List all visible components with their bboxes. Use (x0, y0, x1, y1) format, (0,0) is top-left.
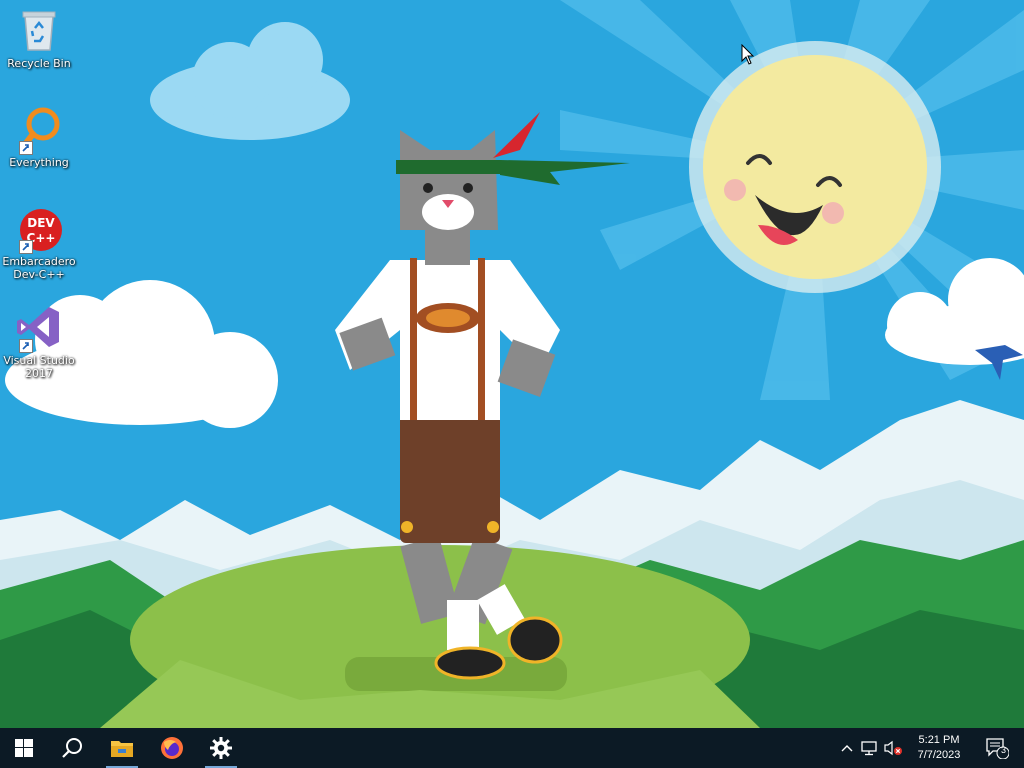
desktop-icon-label: Recycle Bin (7, 57, 71, 70)
devcpp-icon: DEV C++ (15, 204, 63, 254)
chevron-up-icon (841, 745, 853, 752)
desktop-icon-everything[interactable]: Everything (1, 105, 77, 169)
notification-count-badge: 3 (1001, 745, 1007, 755)
visual-studio-icon (15, 303, 63, 353)
settings-gear-icon (210, 737, 232, 759)
network-icon (861, 741, 877, 756)
wallpaper (0, 0, 1024, 728)
search-button[interactable] (48, 728, 96, 768)
shortcut-arrow-icon (19, 141, 33, 155)
mouse-cursor-icon (741, 44, 755, 65)
desktop-icon-devcpp[interactable]: DEV C++ Embarcadero Dev-C++ (1, 204, 77, 281)
clock-date: 7/7/2023 (917, 749, 961, 761)
desktop-icon-recycle-bin[interactable]: Recycle Bin (1, 6, 77, 70)
firefox-icon (161, 737, 183, 759)
start-button[interactable] (0, 728, 48, 768)
taskbar: 5:21 PM 7/7/2023 3 (0, 728, 1024, 768)
clock-time: 5:21 PM (918, 734, 960, 746)
desktop-icon-label: Visual Studio 2017 (3, 354, 75, 380)
volume-button[interactable] (882, 728, 904, 768)
file-explorer-icon (111, 741, 133, 757)
firefox-button[interactable] (148, 728, 196, 768)
svg-text:DEV: DEV (27, 216, 55, 230)
shortcut-arrow-icon (19, 339, 33, 353)
settings-button[interactable] (197, 728, 245, 768)
taskbar-clock[interactable]: 5:21 PM 7/7/2023 (902, 728, 976, 768)
everything-search-icon (15, 105, 63, 155)
show-hidden-icons-button[interactable] (838, 728, 856, 768)
recycle-bin-icon (15, 6, 63, 54)
file-explorer-button[interactable] (98, 728, 146, 768)
network-button[interactable] (858, 728, 880, 768)
action-center-button[interactable]: 3 (978, 728, 1016, 768)
desktop-icon-label: Everything (9, 156, 69, 169)
desktop-icon-label: Embarcadero Dev-C++ (2, 255, 76, 281)
desktop: Recycle Bin Everything DEV C++ Embarcade… (0, 0, 1024, 728)
shortcut-arrow-icon (19, 240, 33, 254)
volume-muted-icon (884, 740, 902, 756)
search-icon (62, 738, 82, 758)
desktop-icon-visual-studio[interactable]: Visual Studio 2017 (1, 303, 77, 380)
windows-start-icon (15, 739, 33, 757)
